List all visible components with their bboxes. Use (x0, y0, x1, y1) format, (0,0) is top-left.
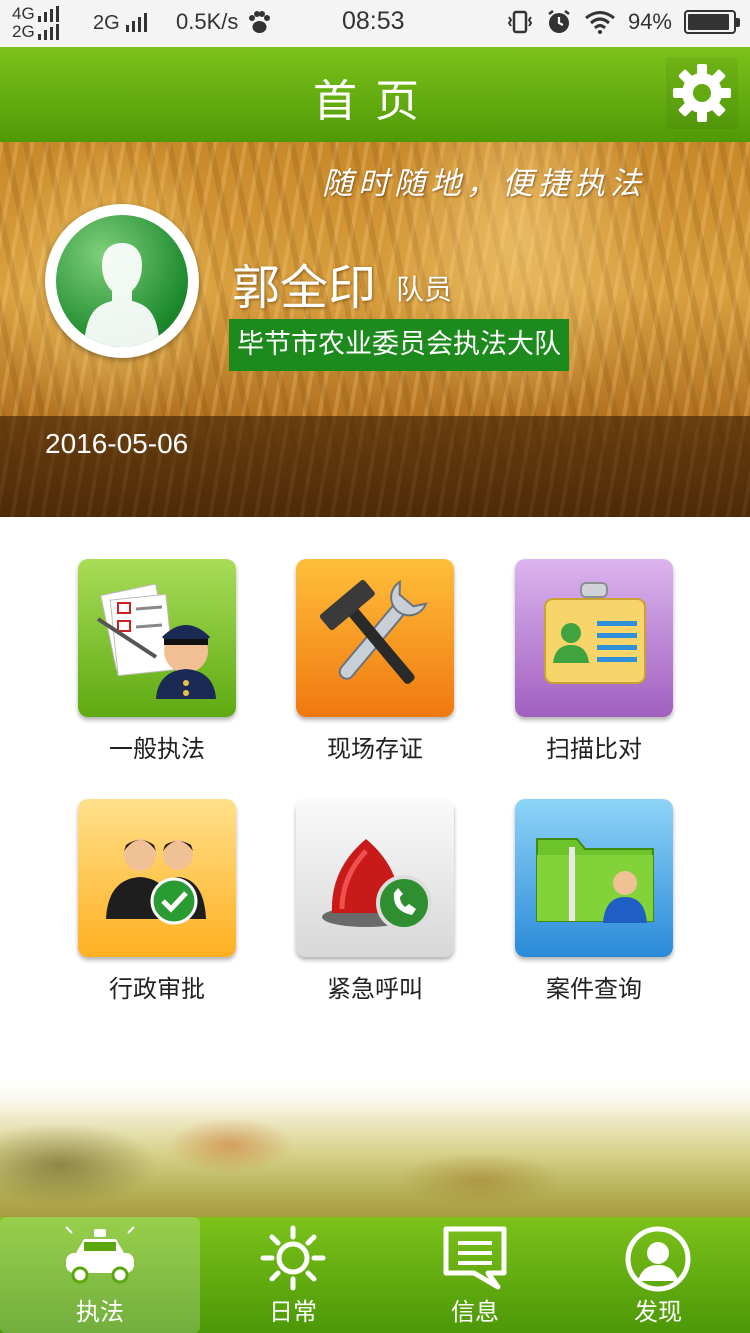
network-type-3: 2G (93, 12, 120, 34)
user-role: 队员 (396, 273, 453, 306)
police-car-icon (65, 1226, 135, 1284)
nav-daily[interactable]: 日常 (193, 1217, 393, 1333)
bottom-navigation: 执法 日常 信息 发现 (0, 1217, 750, 1333)
network-indicator: 4G 2G (12, 5, 59, 41)
profile-circle-icon (625, 1226, 691, 1292)
tile-label: 紧急呼叫 (327, 975, 423, 1003)
avatar[interactable] (45, 204, 199, 358)
department-badge: 毕节市农业委员会执法大队 (229, 319, 569, 371)
user-silhouette-icon (56, 215, 188, 347)
tile-admin-approval[interactable]: 行政审批 (47, 799, 267, 1004)
signal-icon (125, 12, 147, 32)
gear-icon (673, 64, 731, 122)
nav-label: 发现 (634, 1298, 682, 1326)
tile-case-query[interactable]: 案件查询 (484, 799, 704, 1004)
nav-label: 日常 (269, 1298, 317, 1326)
tile-emergency-call[interactable]: 紧急呼叫 (265, 799, 485, 1004)
nav-label: 信息 (451, 1298, 499, 1326)
tile-onsite-evidence[interactable]: 现场存证 (265, 559, 485, 764)
battery-fill (688, 14, 730, 30)
slogan: 随时随地，便捷执法 (322, 166, 646, 202)
network-indicator-2: 2G (93, 12, 147, 35)
network-type-2: 2G (12, 22, 35, 41)
battery-icon (684, 10, 740, 34)
battery-percent: 94% (627, 9, 672, 34)
tile-label: 扫描比对 (546, 735, 642, 763)
approval-people-icon (78, 799, 236, 957)
tile-general-enforcement[interactable]: 一般执法 (47, 559, 267, 764)
current-date: 2016-05-06 (45, 428, 189, 459)
page-title: 首页 (313, 76, 437, 127)
landscape-decoration (0, 1075, 750, 1217)
tile-label: 现场存证 (327, 735, 423, 763)
settings-button[interactable] (666, 57, 738, 129)
status-bar: 4G 2G 2G 0.5K/s 08:53 94% (0, 0, 750, 47)
alarm-call-icon (296, 799, 454, 957)
baidu-paw-icon (249, 11, 270, 33)
nav-discover[interactable]: 发现 (558, 1217, 750, 1333)
nav-messages[interactable]: 信息 (375, 1217, 575, 1333)
nav-label: 执法 (76, 1298, 124, 1326)
vibrate-icon (507, 10, 533, 34)
user-name: 郭全印 (232, 260, 377, 316)
clock: 08:53 (342, 7, 405, 35)
officer-checklist-icon (78, 559, 236, 717)
tile-label: 一般执法 (109, 735, 205, 763)
wrench-hammer-icon (296, 559, 454, 717)
network-speed: 0.5K/s (176, 9, 239, 34)
message-icon (443, 1226, 507, 1290)
alarm-icon (548, 10, 570, 33)
network-type-1: 4G (12, 4, 35, 23)
profile-banner: 随时随地，便捷执法 郭全印 队员 毕节市农业委员会执法大队 2016-05-06 (0, 142, 750, 517)
tile-label: 案件查询 (546, 975, 642, 1003)
tile-scan-compare[interactable]: 扫描比对 (484, 559, 704, 764)
tile-label: 行政审批 (109, 975, 205, 1003)
wifi-icon (585, 11, 615, 34)
title-bar: 首页 (0, 47, 750, 142)
signal-icon (37, 6, 59, 22)
nav-enforcement[interactable]: 执法 (0, 1217, 200, 1333)
id-badge-icon (515, 559, 673, 717)
case-folder-icon (515, 799, 673, 957)
sun-icon (260, 1225, 326, 1291)
signal-icon (37, 24, 59, 40)
